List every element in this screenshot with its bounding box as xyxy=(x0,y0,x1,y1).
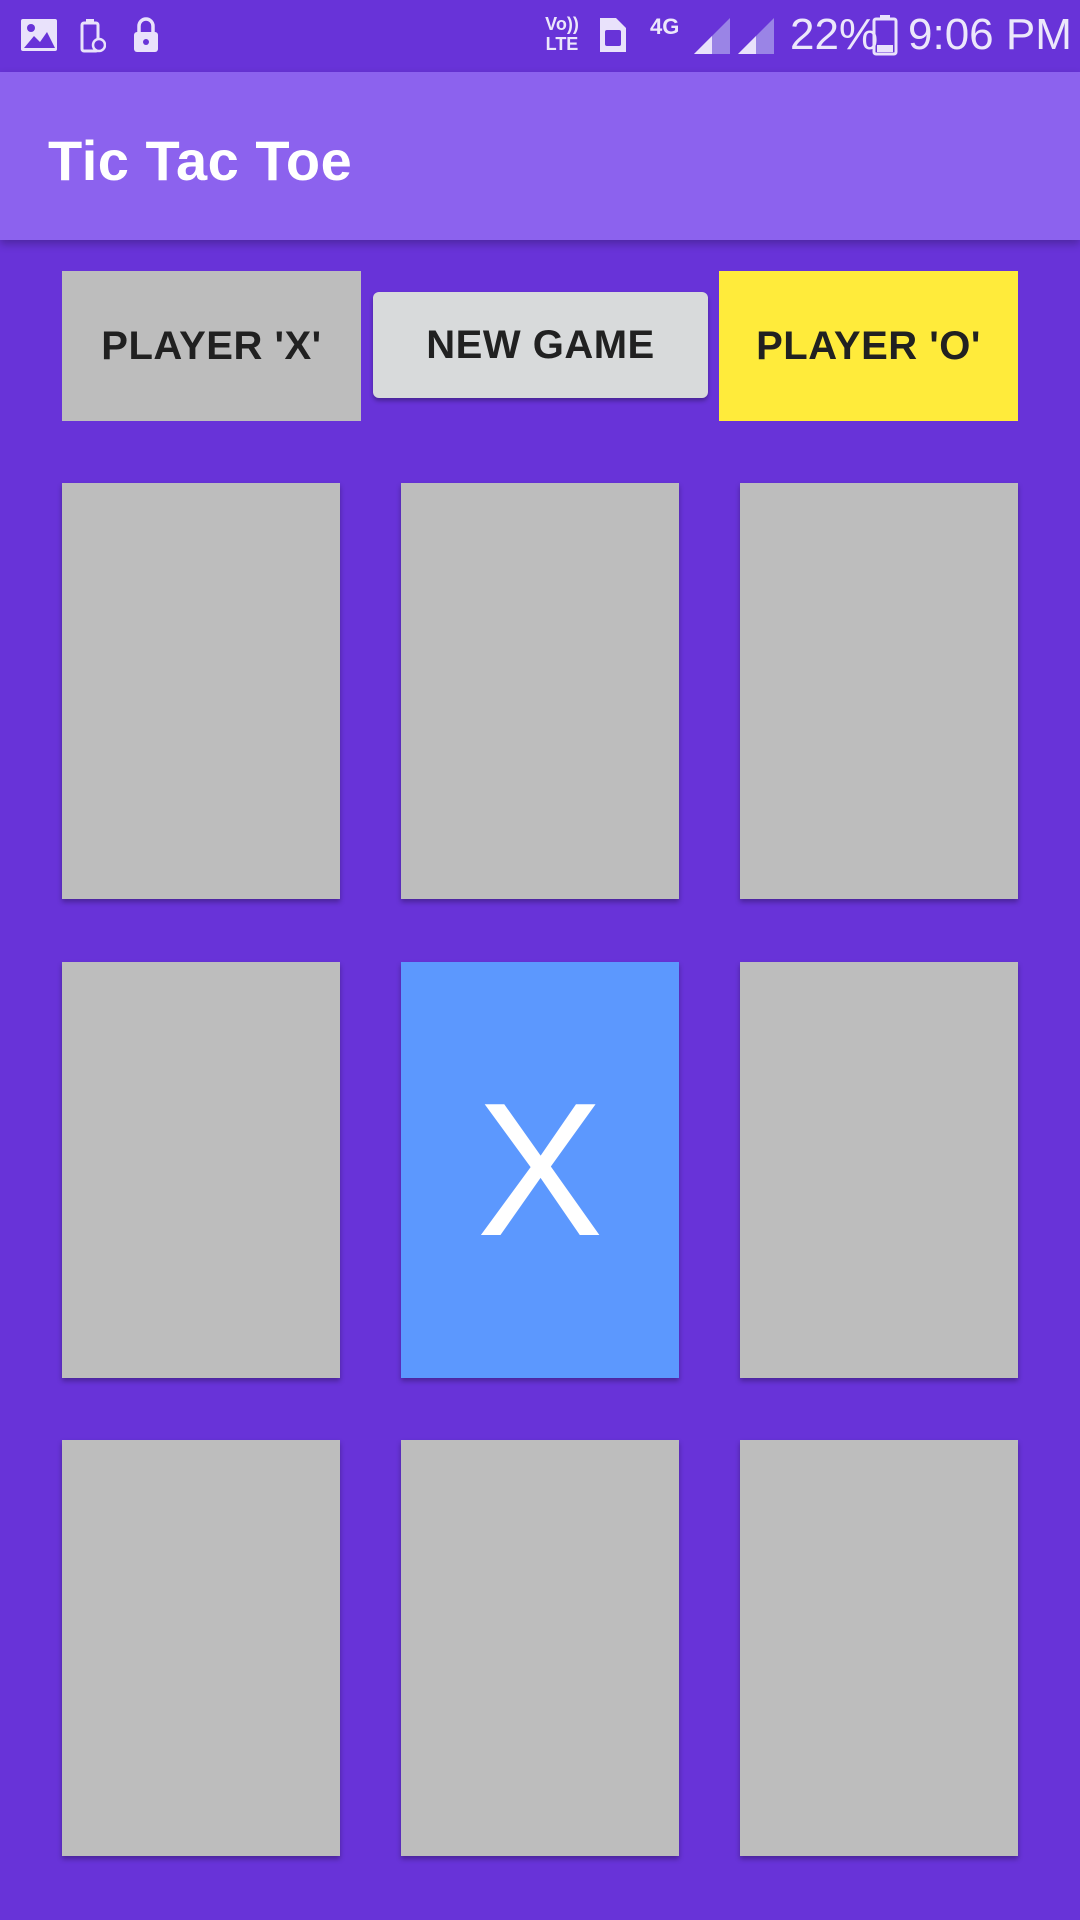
signal-icon xyxy=(694,18,774,54)
cell-7[interactable] xyxy=(62,1440,340,1856)
lock-icon xyxy=(134,17,158,52)
cell-2[interactable] xyxy=(401,483,679,899)
battery-icon xyxy=(872,15,898,56)
status-bar: Vo)) LTE 4G 22% 9:06 PM xyxy=(0,0,1080,72)
app-bar: Tic Tac Toe xyxy=(0,72,1080,240)
app-title: Tic Tac Toe xyxy=(48,129,353,192)
volte-icon: Vo)) LTE xyxy=(545,14,579,54)
image-icon xyxy=(21,19,57,51)
player-x-button[interactable]: PLAYER 'X' xyxy=(62,271,361,421)
cell-6[interactable] xyxy=(740,962,1018,1378)
new-game-button[interactable]: NEW GAME xyxy=(373,292,708,398)
sim-icon xyxy=(600,18,626,52)
player-o-button[interactable]: PLAYER 'O' xyxy=(719,271,1018,421)
battery-percent: 22% xyxy=(790,10,879,59)
cell-5[interactable]: X xyxy=(401,962,679,1378)
cell-8[interactable] xyxy=(401,1440,679,1856)
network-type-label: 4G xyxy=(650,14,680,39)
clock: 9:06 PM xyxy=(908,10,1072,59)
cell-4[interactable] xyxy=(62,962,340,1378)
cell-1[interactable] xyxy=(62,483,340,899)
battery-saver-icon xyxy=(80,19,106,53)
cell-3[interactable] xyxy=(740,483,1018,899)
cell-9[interactable] xyxy=(740,1440,1018,1856)
